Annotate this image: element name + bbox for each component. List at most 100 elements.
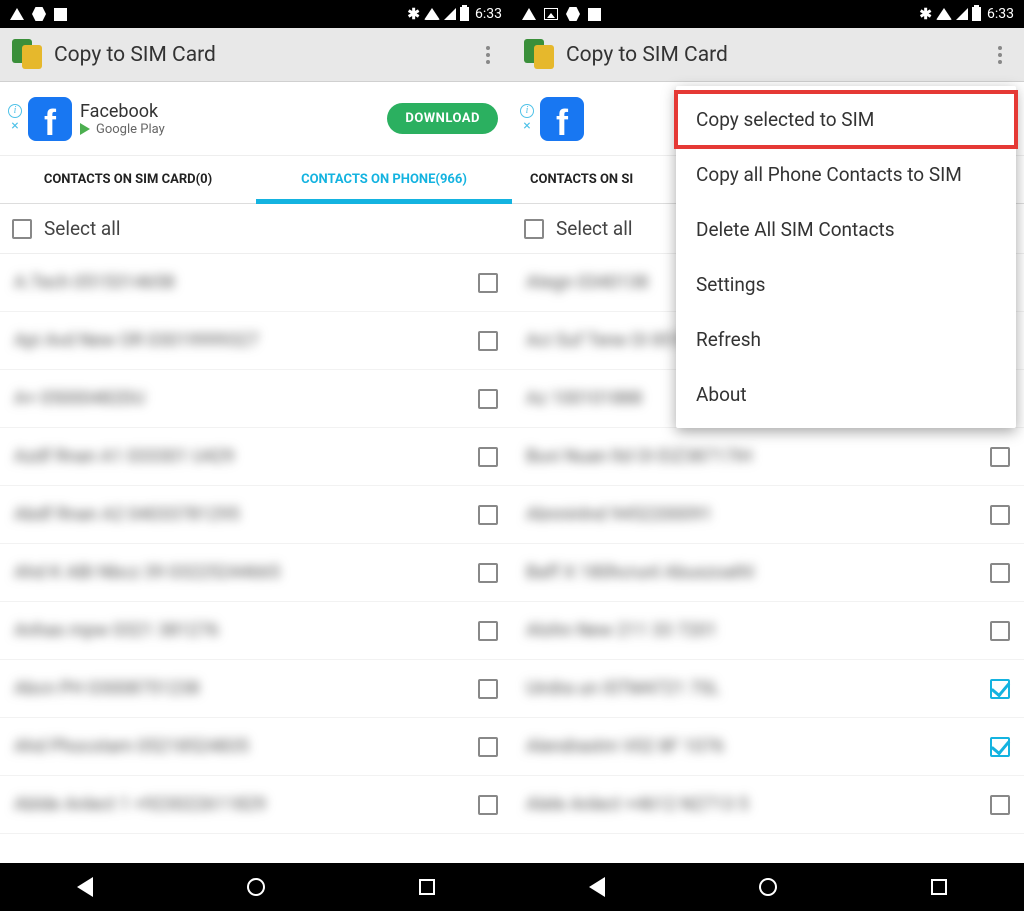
contact-row[interactable]: Ablde Anlect 1 +923022611829 [0, 776, 512, 834]
recent-apps-button[interactable] [931, 879, 947, 895]
tab-sim-contacts[interactable]: CONTACTS ON SIM CARD(0) [0, 156, 256, 203]
recent-apps-button[interactable] [419, 879, 435, 895]
app-title: Copy to SIM Card [54, 43, 476, 67]
contact-row[interactable]: Baff X 180hcrunl Abuxzoathl [512, 544, 1024, 602]
contact-row[interactable]: Api Avd New OR 03019999327 [0, 312, 512, 370]
contact-checkbox[interactable] [478, 505, 498, 525]
status-bar: ✱ 6:33 [0, 0, 512, 28]
bluetooth-icon: ✱ [407, 5, 420, 23]
menu-refresh[interactable]: Refresh [676, 312, 1016, 367]
contact-checkbox[interactable] [990, 737, 1010, 757]
contact-text: Alendrastm V02 8F 1076 [526, 736, 980, 757]
tab-bar: CONTACTS ON SIM CARD(0) CONTACTS ON PHON… [0, 156, 512, 204]
app-bar: Copy to SIM Card [512, 28, 1024, 82]
ad-banner[interactable]: i × f Facebook Google Play DOWNLOAD [0, 82, 512, 156]
status-bar: ✱ 6:33 [512, 0, 1024, 28]
wifi-icon [424, 8, 440, 20]
contact-checkbox[interactable] [990, 621, 1010, 641]
contact-row[interactable]: Abnninlnd 9452200091 [512, 486, 1024, 544]
contact-text: Abnninlnd 9452200091 [526, 504, 980, 525]
contact-text: Buvi Nuan ltd OI EIZ38717IH [526, 446, 980, 467]
download-button[interactable]: DOWNLOAD [387, 103, 498, 134]
screen-left: ✱ 6:33 Copy to SIM Card i × f Facebook G… [0, 0, 512, 911]
contact-row[interactable]: A+ 05000482DU [0, 370, 512, 428]
contact-row[interactable]: Ahd Phocotam 05218524835 [0, 718, 512, 776]
contact-row[interactable]: Abdf Rnan A2 04033781295 [0, 486, 512, 544]
contact-row[interactable]: Uirdra un ISTM4721 7SL [512, 660, 1024, 718]
contact-checkbox[interactable] [478, 621, 498, 641]
wifi-icon [936, 8, 952, 20]
warning-icon [522, 8, 536, 20]
contact-text: Alohn New 211 33 7201 [526, 620, 980, 641]
contact-row[interactable]: Anhas mpw 0321 381276 [0, 602, 512, 660]
select-all-row[interactable]: Select all [0, 204, 512, 254]
signal-icon [956, 8, 968, 20]
contact-checkbox[interactable] [478, 795, 498, 815]
facebook-icon: f [540, 97, 584, 141]
contact-text: Ahd K ABI Nbcz 39 03225244665 [14, 562, 468, 583]
select-all-checkbox[interactable] [524, 219, 544, 239]
contact-checkbox[interactable] [478, 737, 498, 757]
nav-bar [0, 863, 512, 911]
bluetooth-icon: ✱ [919, 5, 932, 23]
contact-text: Uirdra un ISTM4721 7SL [526, 678, 980, 699]
contact-row[interactable]: A.Tech 0515314658 [0, 254, 512, 312]
contact-text: A.Tech 0515314658 [14, 272, 468, 293]
contact-row[interactable]: Ahd K ABI Nbcz 39 03225244665 [0, 544, 512, 602]
contact-row[interactable]: Buvi Nuan ltd OI EIZ38717IH [512, 428, 1024, 486]
picture-icon [544, 8, 558, 20]
contact-text: Ablde Anlect 1 +923022611829 [14, 794, 468, 815]
contact-checkbox[interactable] [990, 679, 1010, 699]
contact-text: Baff X 180hcrunl Abuxzoathl [526, 562, 980, 583]
contact-text: A+ 05000482DU [14, 388, 468, 409]
hexagon-icon [566, 7, 580, 21]
contact-row[interactable]: Azdf Rnan A1 033301 U429 [0, 428, 512, 486]
contact-text: Anhas mpw 0321 381276 [14, 620, 468, 641]
contact-row[interactable]: Abcn PH 03008751238 [0, 660, 512, 718]
home-button[interactable] [759, 878, 777, 896]
hexagon-icon [32, 7, 46, 21]
play-store-icon [80, 123, 90, 135]
clock: 6:33 [987, 6, 1014, 22]
contact-checkbox[interactable] [478, 331, 498, 351]
ad-info-icon[interactable]: i × [520, 104, 534, 134]
select-all-checkbox[interactable] [12, 219, 32, 239]
contact-checkbox[interactable] [478, 563, 498, 583]
warning-icon [10, 8, 24, 20]
contact-checkbox[interactable] [990, 447, 1010, 467]
contact-row[interactable]: Alohn New 211 33 7201 [512, 602, 1024, 660]
contact-text: Api Avd New OR 03019999327 [14, 330, 468, 351]
contact-checkbox[interactable] [990, 795, 1010, 815]
app-title: Copy to SIM Card [566, 43, 988, 67]
signal-icon [444, 8, 456, 20]
menu-settings[interactable]: Settings [676, 257, 1016, 312]
contact-checkbox[interactable] [478, 389, 498, 409]
contact-checkbox[interactable] [478, 447, 498, 467]
contact-checkbox[interactable] [478, 273, 498, 293]
back-button[interactable] [77, 877, 93, 897]
contact-list[interactable]: Select all A.Tech 0515314658 Api Avd New … [0, 204, 512, 863]
contact-checkbox[interactable] [478, 679, 498, 699]
menu-copy-all[interactable]: Copy all Phone Contacts to SIM [676, 147, 1016, 202]
overflow-menu-button[interactable] [988, 46, 1012, 64]
tab-phone-contacts[interactable]: CONTACTS ON PHONE(966) [256, 156, 512, 203]
contact-row[interactable]: Alele Anlect +4612 N2713 5 [512, 776, 1024, 834]
nav-bar [512, 863, 1024, 911]
ad-info-icon[interactable]: i × [8, 104, 22, 134]
contact-text: Ahd Phocotam 05218524835 [14, 736, 468, 757]
overflow-menu-button[interactable] [476, 46, 500, 64]
clock: 6:33 [475, 6, 502, 22]
menu-delete-all[interactable]: Delete All SIM Contacts [676, 202, 1016, 257]
select-all-label: Select all [556, 217, 633, 240]
square-icon [588, 8, 601, 21]
app-bar: Copy to SIM Card [0, 28, 512, 82]
contact-checkbox[interactable] [990, 505, 1010, 525]
menu-copy-selected[interactable]: Copy selected to SIM [676, 92, 1016, 147]
app-icon [524, 39, 556, 71]
contact-checkbox[interactable] [990, 563, 1010, 583]
home-button[interactable] [247, 878, 265, 896]
contact-row[interactable]: Alendrastm V02 8F 1076 [512, 718, 1024, 776]
back-button[interactable] [589, 877, 605, 897]
menu-about[interactable]: About [676, 367, 1016, 422]
contact-text: Abcn PH 03008751238 [14, 678, 468, 699]
